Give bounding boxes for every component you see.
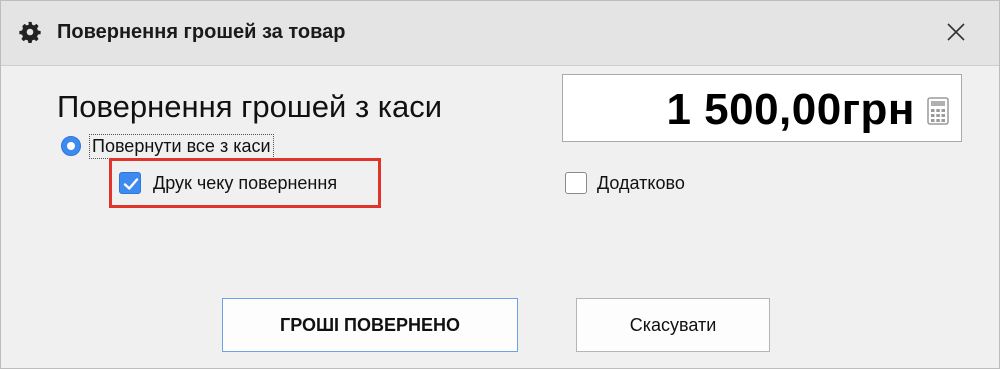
money-returned-button[interactable]: ГРОШІ ПОВЕРНЕНО [222,298,518,352]
return-all-label: Повернути все з каси [89,134,274,159]
radio-button[interactable] [61,136,81,156]
print-receipt-label[interactable]: Друк чеку повернення [153,173,337,194]
return-money-dialog: Повернення грошей за товар Повернення гр… [0,0,1000,369]
calculator-icon[interactable] [927,97,949,125]
gear-icon [19,21,41,44]
close-button[interactable] [939,15,973,49]
cancel-button[interactable]: Скасувати [576,298,770,352]
title-bar: Повернення грошей за товар [1,1,999,66]
dialog-heading: Повернення грошей з каси [57,89,443,124]
additional-label[interactable]: Додатково [597,173,685,194]
amount-value: 1 500,00грн [666,85,915,134]
amount-field[interactable]: 1 500,00грн [562,74,962,142]
checkmark-icon [123,178,139,190]
print-receipt-checkbox[interactable] [119,172,141,194]
window-title: Повернення грошей за товар [57,21,346,43]
additional-checkbox[interactable] [565,172,587,194]
close-icon [947,23,965,41]
